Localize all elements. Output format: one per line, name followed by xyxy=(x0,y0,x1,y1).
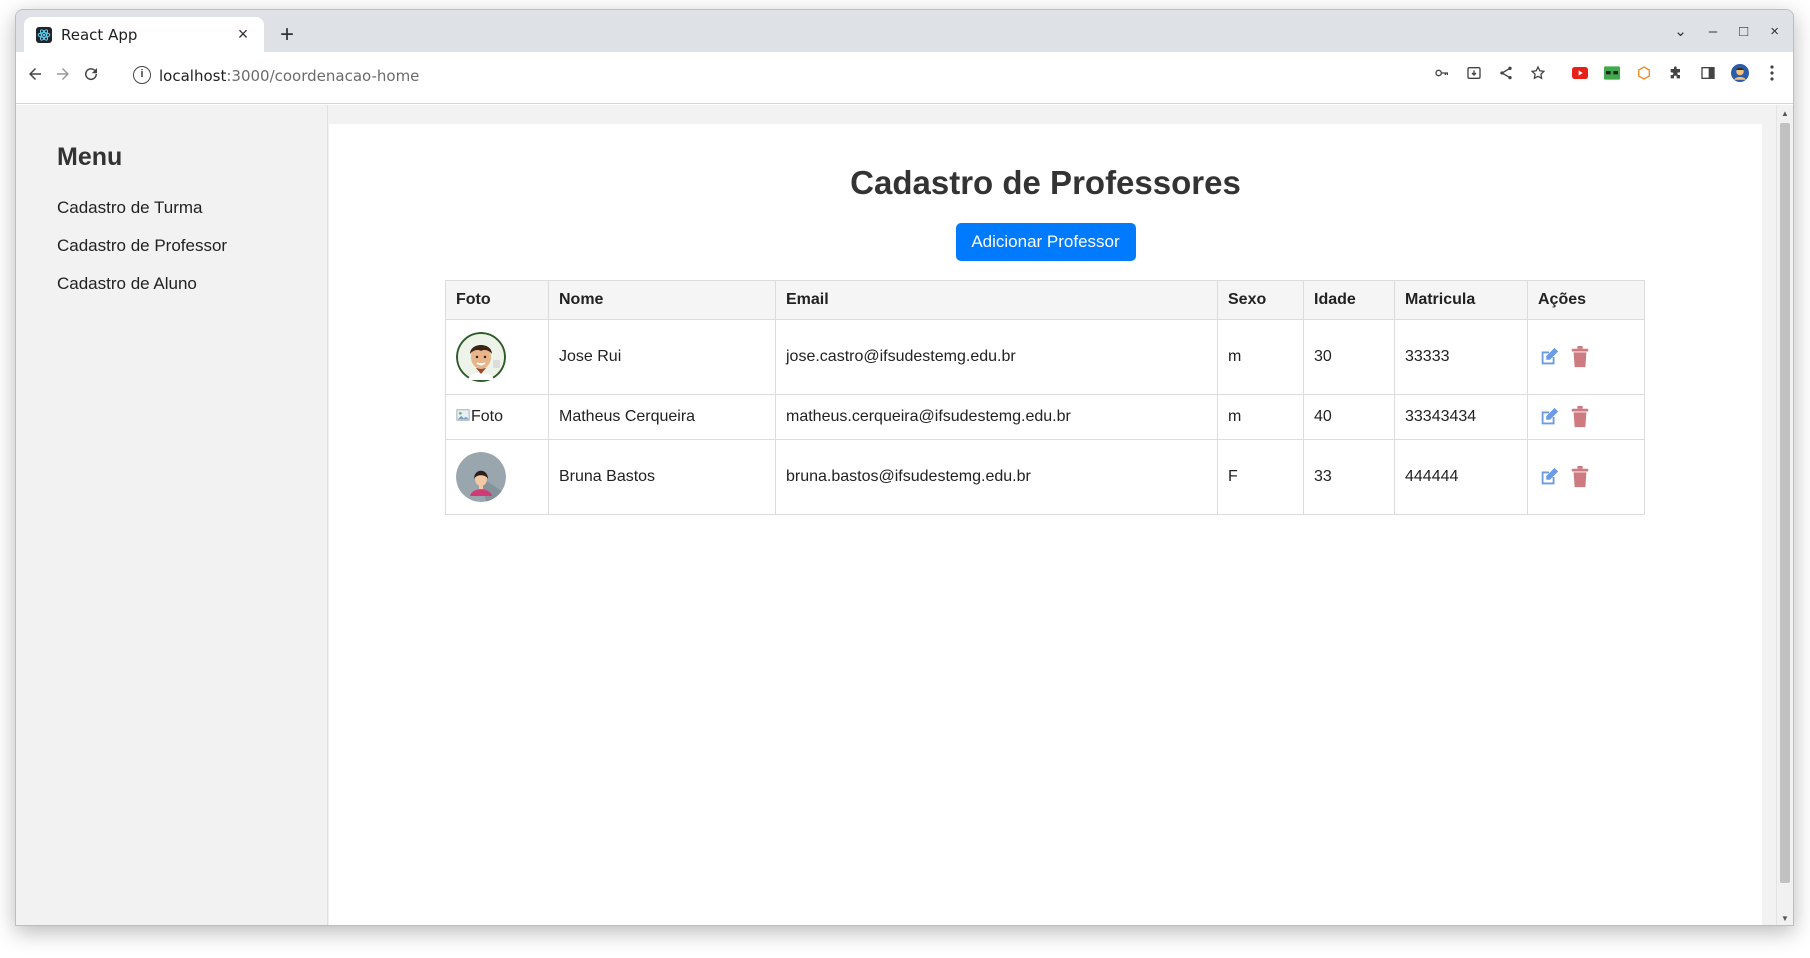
profile-avatar-icon[interactable] xyxy=(1731,64,1749,82)
male-avatar-image xyxy=(456,332,506,382)
trash-icon[interactable] xyxy=(1570,466,1592,488)
cell-email: jose.castro@ifsudestemg.edu.br xyxy=(775,319,1218,395)
share-icon[interactable] xyxy=(1497,64,1515,82)
cell-sexo: m xyxy=(1217,319,1304,395)
glasses-extension-icon[interactable] xyxy=(1603,64,1621,82)
install-icon[interactable] xyxy=(1465,64,1483,82)
sidebar-item-cadastro-turma[interactable]: Cadastro de Turma xyxy=(57,198,327,218)
browser-window: React App × + ⌄ – □ × i localhost:3000/c… xyxy=(15,9,1794,926)
cell-idade: 40 xyxy=(1303,394,1395,440)
broken-image: Foto xyxy=(456,408,503,427)
cell-idade: 30 xyxy=(1303,319,1395,395)
cell-sexo: m xyxy=(1217,394,1304,440)
column-header-acoes: Ações xyxy=(1527,280,1645,320)
add-professor-button[interactable]: Adicionar Professor xyxy=(955,223,1136,261)
cell-acoes xyxy=(1527,319,1645,395)
cell-matricula: 444444 xyxy=(1394,439,1528,515)
key-icon[interactable] xyxy=(1433,64,1451,82)
cell-email: bruna.bastos@ifsudestemg.edu.br xyxy=(775,439,1218,515)
page-title: Cadastro de Professores xyxy=(850,164,1241,201)
new-tab-button[interactable]: + xyxy=(280,23,294,47)
cell-acoes xyxy=(1527,394,1645,440)
column-header-email: Email xyxy=(775,280,1218,320)
column-header-matricula: Matricula xyxy=(1394,280,1528,320)
broken-image-icon xyxy=(456,408,470,427)
scrollbar-thumb[interactable] xyxy=(1780,123,1790,883)
window-controls: ⌄ – □ × xyxy=(1674,22,1779,41)
trash-icon[interactable] xyxy=(1570,346,1592,368)
back-icon[interactable] xyxy=(26,65,44,89)
bookmark-star-icon[interactable] xyxy=(1529,64,1547,82)
tab-title: React App xyxy=(61,25,138,44)
cell-matricula: 33343434 xyxy=(1394,394,1528,440)
table-row: Bruna Bastos bruna.bastos@ifsudestemg.ed… xyxy=(445,439,1645,515)
main-panel: Cadastro de Professores Adicionar Profes… xyxy=(329,124,1762,925)
cell-foto xyxy=(445,319,549,395)
minimize-button[interactable]: – xyxy=(1709,23,1717,40)
edit-icon[interactable] xyxy=(1538,346,1560,368)
browser-menu-icon[interactable] xyxy=(1763,64,1781,82)
professors-table: Foto Nome Email Sexo Idade Matricula Açõ… xyxy=(445,280,1645,515)
column-header-sexo: Sexo xyxy=(1217,280,1304,320)
url-path: :3000/coordenacao-home xyxy=(226,67,420,85)
forward-icon[interactable] xyxy=(54,65,72,89)
broken-image-alt: Foto xyxy=(471,408,504,425)
female-avatar-image xyxy=(456,452,506,502)
page-content: Menu Cadastro de Turma Cadastro de Profe… xyxy=(16,105,1778,925)
cell-nome: Bruna Bastos xyxy=(548,439,776,515)
trash-icon[interactable] xyxy=(1570,406,1592,428)
sidebar-item-cadastro-professor[interactable]: Cadastro de Professor xyxy=(57,236,327,256)
table-row: Jose Rui jose.castro@ifsudestemg.edu.br … xyxy=(445,319,1645,395)
toolbar-icons xyxy=(1433,64,1781,82)
tab-strip: React App × + ⌄ – □ × xyxy=(16,10,1793,52)
cell-email: matheus.cerqueira@ifsudestemg.edu.br xyxy=(775,394,1218,440)
scroll-up-arrow-icon[interactable]: ▲ xyxy=(1781,109,1789,118)
table-row: Foto Matheus Cerqueira matheus.cerqueira… xyxy=(445,394,1645,440)
side-panel-icon[interactable] xyxy=(1699,64,1717,82)
column-header-nome: Nome xyxy=(548,280,776,320)
maximize-button[interactable]: □ xyxy=(1739,23,1748,40)
table-header-row: Foto Nome Email Sexo Idade Matricula Açõ… xyxy=(445,280,1645,320)
edit-icon[interactable] xyxy=(1538,466,1560,488)
cell-idade: 33 xyxy=(1303,439,1395,515)
tab-close-icon[interactable]: × xyxy=(234,24,252,45)
browser-tab[interactable]: React App × xyxy=(24,17,264,52)
cell-sexo: F xyxy=(1217,439,1304,515)
sidebar-title: Menu xyxy=(57,143,123,171)
cell-nome: Jose Rui xyxy=(548,319,776,395)
edit-icon[interactable] xyxy=(1538,406,1560,428)
address-bar[interactable]: localhost:3000/coordenacao-home xyxy=(159,67,419,85)
tab-search-icon[interactable]: ⌄ xyxy=(1674,22,1687,40)
column-header-idade: Idade xyxy=(1303,280,1395,320)
youtube-extension-icon[interactable] xyxy=(1571,64,1589,82)
cell-acoes xyxy=(1527,439,1645,515)
extensions-puzzle-icon[interactable] xyxy=(1667,64,1685,82)
close-window-button[interactable]: × xyxy=(1770,23,1779,40)
browser-toolbar: i localhost:3000/coordenacao-home xyxy=(16,52,1793,104)
column-header-foto: Foto xyxy=(445,280,549,320)
cell-matricula: 33333 xyxy=(1394,319,1528,395)
site-info-icon[interactable]: i xyxy=(133,66,151,84)
cell-nome: Matheus Cerqueira xyxy=(548,394,776,440)
sidebar-item-cadastro-aluno[interactable]: Cadastro de Aluno xyxy=(57,274,327,294)
cell-foto xyxy=(445,439,549,515)
cell-foto: Foto xyxy=(445,394,549,440)
sidebar: Menu Cadastro de Turma Cadastro de Profe… xyxy=(16,105,328,925)
url-host: localhost xyxy=(159,67,227,85)
scroll-down-arrow-icon[interactable]: ▼ xyxy=(1781,914,1789,923)
orange-extension-icon[interactable] xyxy=(1635,64,1653,82)
react-favicon-icon xyxy=(36,26,52,43)
vertical-scrollbar[interactable]: ▲ ▼ xyxy=(1776,105,1793,925)
reload-icon[interactable] xyxy=(82,65,100,89)
